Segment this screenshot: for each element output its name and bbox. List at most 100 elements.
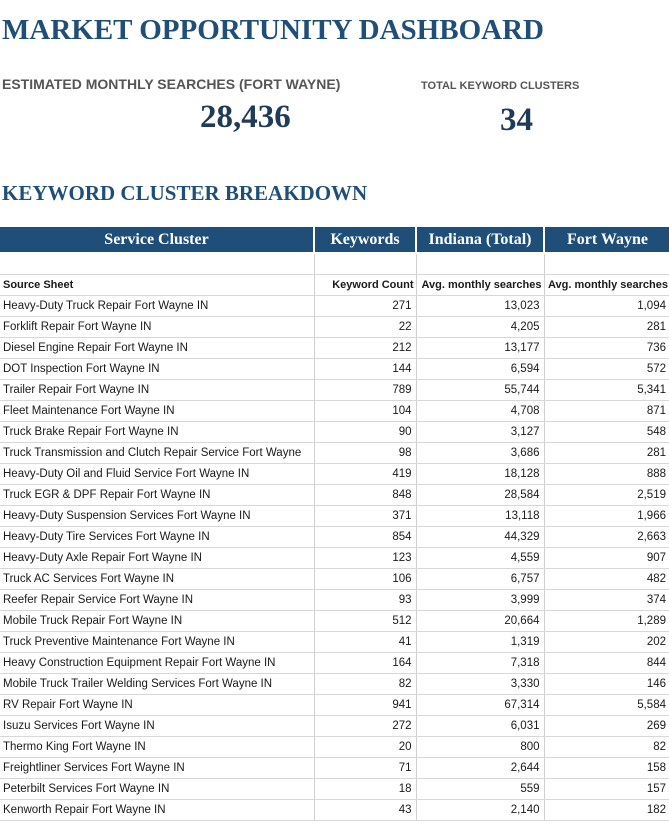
cell-service-cluster[interactable]: DOT Inspection Fort Wayne IN [0, 358, 315, 380]
cell-indiana-searches[interactable]: 13,023 [416, 295, 545, 317]
cell-indiana-searches[interactable]: 559 [416, 778, 545, 800]
cell-indiana-searches[interactable]: 2,140 [416, 799, 545, 821]
cell-indiana-searches[interactable]: 4,708 [416, 400, 545, 422]
cell-keyword-count[interactable]: 371 [314, 505, 417, 527]
cell-service-cluster[interactable]: Mobile Truck Repair Fort Wayne IN [0, 610, 315, 632]
cell-keyword-count[interactable]: 93 [314, 589, 417, 611]
cell-service-cluster[interactable]: Truck AC Services Fort Wayne IN [0, 568, 315, 590]
cell-fort-wayne-searches[interactable]: 482 [544, 568, 669, 590]
cell-indiana-searches[interactable]: 28,584 [416, 484, 545, 506]
cell-service-cluster[interactable]: Isuzu Services Fort Wayne IN [0, 715, 315, 737]
cell-service-cluster[interactable]: Peterbilt Services Fort Wayne IN [0, 778, 315, 800]
subheader-keyword-count[interactable]: Keyword Count [314, 274, 417, 296]
cell-keyword-count[interactable]: 123 [314, 547, 417, 569]
cell-service-cluster[interactable]: Mobile Truck Trailer Welding Services Fo… [0, 673, 315, 695]
cell-indiana-searches[interactable]: 44,329 [416, 526, 545, 548]
cell-keyword-count[interactable]: 144 [314, 358, 417, 380]
cell-keyword-count[interactable]: 22 [314, 316, 417, 338]
cell-keyword-count[interactable]: 104 [314, 400, 417, 422]
cell-fort-wayne-searches[interactable]: 844 [544, 652, 669, 674]
cell-service-cluster[interactable]: RV Repair Fort Wayne IN [0, 694, 315, 716]
cell-keyword-count[interactable]: 848 [314, 484, 417, 506]
cell-indiana-searches[interactable]: 6,757 [416, 568, 545, 590]
cell-fort-wayne-searches[interactable]: 158 [544, 757, 669, 779]
cell-keyword-count[interactable]: 271 [314, 295, 417, 317]
cell-fort-wayne-searches[interactable]: 1,289 [544, 610, 669, 632]
subheader-source-sheet[interactable]: Source Sheet [0, 274, 315, 296]
cell-service-cluster[interactable]: Trailer Repair Fort Wayne IN [0, 379, 315, 401]
cell-indiana-searches[interactable]: 55,744 [416, 379, 545, 401]
cell-keyword-count[interactable]: 164 [314, 652, 417, 674]
cell-keyword-count[interactable]: 82 [314, 673, 417, 695]
cell-fort-wayne-searches[interactable]: 871 [544, 400, 669, 422]
cell-indiana-searches[interactable]: 4,559 [416, 547, 545, 569]
cell-service-cluster[interactable]: Truck Brake Repair Fort Wayne IN [0, 421, 315, 443]
table-cell[interactable] [0, 252, 315, 275]
cell-service-cluster[interactable]: Heavy-Duty Oil and Fluid Service Fort Wa… [0, 463, 315, 485]
cell-service-cluster[interactable]: Heavy Construction Equipment Repair Fort… [0, 652, 315, 674]
cell-keyword-count[interactable]: 512 [314, 610, 417, 632]
cell-fort-wayne-searches[interactable]: 888 [544, 463, 669, 485]
cell-keyword-count[interactable]: 18 [314, 778, 417, 800]
cell-keyword-count[interactable]: 71 [314, 757, 417, 779]
cell-service-cluster[interactable]: Kenworth Repair Fort Wayne IN [0, 799, 315, 821]
table-cell[interactable] [544, 252, 669, 275]
cell-service-cluster[interactable]: Thermo King Fort Wayne IN [0, 736, 315, 758]
cell-fort-wayne-searches[interactable]: 5,341 [544, 379, 669, 401]
cell-keyword-count[interactable]: 41 [314, 631, 417, 653]
cell-indiana-searches[interactable]: 13,118 [416, 505, 545, 527]
cell-fort-wayne-searches[interactable]: 202 [544, 631, 669, 653]
cell-fort-wayne-searches[interactable]: 5,584 [544, 694, 669, 716]
cell-fort-wayne-searches[interactable]: 281 [544, 442, 669, 464]
cell-service-cluster[interactable]: Forklift Repair Fort Wayne IN [0, 316, 315, 338]
cell-indiana-searches[interactable]: 20,664 [416, 610, 545, 632]
cell-service-cluster[interactable]: Heavy-Duty Axle Repair Fort Wayne IN [0, 547, 315, 569]
cell-fort-wayne-searches[interactable]: 572 [544, 358, 669, 380]
subheader-indiana-searches[interactable]: Avg. monthly searches [416, 274, 545, 296]
cell-indiana-searches[interactable]: 13,177 [416, 337, 545, 359]
cell-keyword-count[interactable]: 854 [314, 526, 417, 548]
cell-indiana-searches[interactable]: 800 [416, 736, 545, 758]
cell-fort-wayne-searches[interactable]: 2,663 [544, 526, 669, 548]
cell-indiana-searches[interactable]: 3,127 [416, 421, 545, 443]
cell-fort-wayne-searches[interactable]: 2,519 [544, 484, 669, 506]
cell-fort-wayne-searches[interactable]: 157 [544, 778, 669, 800]
cell-service-cluster[interactable]: Truck Preventive Maintenance Fort Wayne … [0, 631, 315, 653]
cell-indiana-searches[interactable]: 1,319 [416, 631, 545, 653]
cell-service-cluster[interactable]: Heavy-Duty Truck Repair Fort Wayne IN [0, 295, 315, 317]
cell-service-cluster[interactable]: Heavy-Duty Tire Services Fort Wayne IN [0, 526, 315, 548]
cell-indiana-searches[interactable]: 6,594 [416, 358, 545, 380]
cell-indiana-searches[interactable]: 3,999 [416, 589, 545, 611]
cell-keyword-count[interactable]: 90 [314, 421, 417, 443]
cell-keyword-count[interactable]: 419 [314, 463, 417, 485]
cell-fort-wayne-searches[interactable]: 736 [544, 337, 669, 359]
header-indiana-total[interactable]: Indiana (Total) [416, 227, 545, 254]
cell-indiana-searches[interactable]: 3,686 [416, 442, 545, 464]
subheader-fort-wayne-searches[interactable]: Avg. monthly searches [544, 274, 669, 296]
cell-service-cluster[interactable]: Diesel Engine Repair Fort Wayne IN [0, 337, 315, 359]
cell-service-cluster[interactable]: Truck Transmission and Clutch Repair Ser… [0, 442, 315, 464]
header-keywords[interactable]: Keywords [314, 227, 417, 254]
cell-service-cluster[interactable]: Heavy-Duty Suspension Services Fort Wayn… [0, 505, 315, 527]
cell-indiana-searches[interactable]: 4,205 [416, 316, 545, 338]
cell-service-cluster[interactable]: Freightliner Services Fort Wayne IN [0, 757, 315, 779]
cell-keyword-count[interactable]: 272 [314, 715, 417, 737]
cell-fort-wayne-searches[interactable]: 182 [544, 799, 669, 821]
cell-keyword-count[interactable]: 941 [314, 694, 417, 716]
cell-keyword-count[interactable]: 212 [314, 337, 417, 359]
table-cell[interactable] [416, 252, 545, 275]
cell-fort-wayne-searches[interactable]: 548 [544, 421, 669, 443]
cell-fort-wayne-searches[interactable]: 1,094 [544, 295, 669, 317]
cell-keyword-count[interactable]: 43 [314, 799, 417, 821]
cell-indiana-searches[interactable]: 3,330 [416, 673, 545, 695]
cell-service-cluster[interactable]: Truck EGR & DPF Repair Fort Wayne IN [0, 484, 315, 506]
cell-fort-wayne-searches[interactable]: 374 [544, 589, 669, 611]
cell-keyword-count[interactable]: 106 [314, 568, 417, 590]
cell-service-cluster[interactable]: Reefer Repair Service Fort Wayne IN [0, 589, 315, 611]
cell-indiana-searches[interactable]: 18,128 [416, 463, 545, 485]
header-fort-wayne[interactable]: Fort Wayne [544, 227, 669, 254]
cell-fort-wayne-searches[interactable]: 82 [544, 736, 669, 758]
cell-fort-wayne-searches[interactable]: 281 [544, 316, 669, 338]
cell-fort-wayne-searches[interactable]: 146 [544, 673, 669, 695]
header-service-cluster[interactable]: Service Cluster [0, 227, 315, 254]
